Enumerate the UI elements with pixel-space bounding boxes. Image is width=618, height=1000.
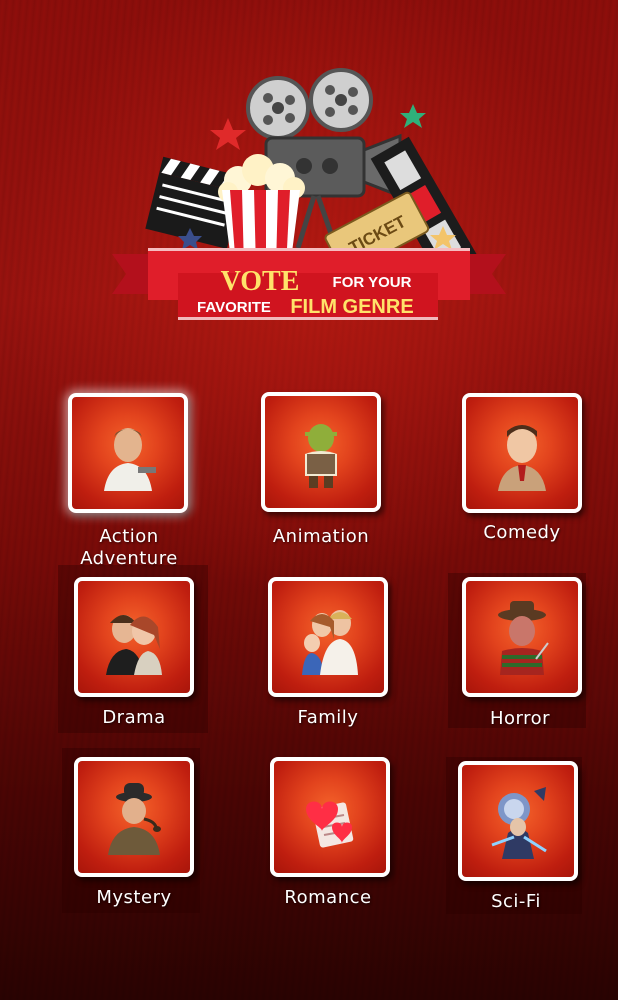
genre-label-mystery: Mystery — [96, 887, 172, 908]
vote-film-genre-logo: TICKET VOTE FOR YOUR FAVORITE FILM GENRE — [112, 68, 506, 320]
svg-text:FILM GENRE: FILM GENRE — [290, 296, 413, 318]
genre-tile-action-adventure[interactable] — [68, 393, 188, 513]
star-icon — [210, 118, 246, 150]
genre-tile-sci-fi[interactable] — [458, 761, 578, 881]
vote-banner: VOTE FOR YOUR FAVORITE FILM GENRE — [112, 248, 506, 320]
genre-label-horror: Horror — [489, 708, 551, 729]
genre-tile-horror[interactable] — [462, 577, 582, 697]
genre-label-animation: Animation — [272, 526, 370, 547]
ogre-icon — [305, 424, 337, 488]
genre-tile-animation[interactable] — [261, 392, 381, 512]
genre-tile-mystery[interactable] — [74, 757, 194, 877]
star-icon — [400, 104, 426, 128]
genre-label-comedy: Comedy — [483, 522, 561, 543]
comedian-icon — [498, 425, 546, 491]
genre-label-action-adventure: Action Adventure — [80, 526, 178, 569]
space-fighter-icon — [491, 787, 547, 859]
couple-icon — [106, 615, 162, 675]
genre-tile-drama[interactable] — [74, 577, 194, 697]
svg-text:FAVORITE: FAVORITE — [197, 299, 271, 316]
genre-label-family: Family — [297, 707, 359, 728]
genre-tile-family[interactable] — [268, 577, 388, 697]
genre-tile-romance[interactable] — [270, 757, 390, 877]
svg-text:VOTE: VOTE — [221, 266, 300, 297]
genre-label-sci-fi: Sci-Fi — [491, 891, 541, 912]
hearts-letter-icon — [306, 801, 354, 848]
horror-villain-icon — [498, 601, 549, 675]
genre-label-drama: Drama — [102, 707, 166, 728]
genre-label-romance: Romance — [284, 887, 372, 908]
family-icon — [302, 610, 358, 675]
svg-text:FOR YOUR: FOR YOUR — [333, 274, 412, 291]
detective-icon — [108, 783, 161, 855]
genre-tile-comedy[interactable] — [462, 393, 582, 513]
action-hero-icon — [104, 428, 156, 491]
